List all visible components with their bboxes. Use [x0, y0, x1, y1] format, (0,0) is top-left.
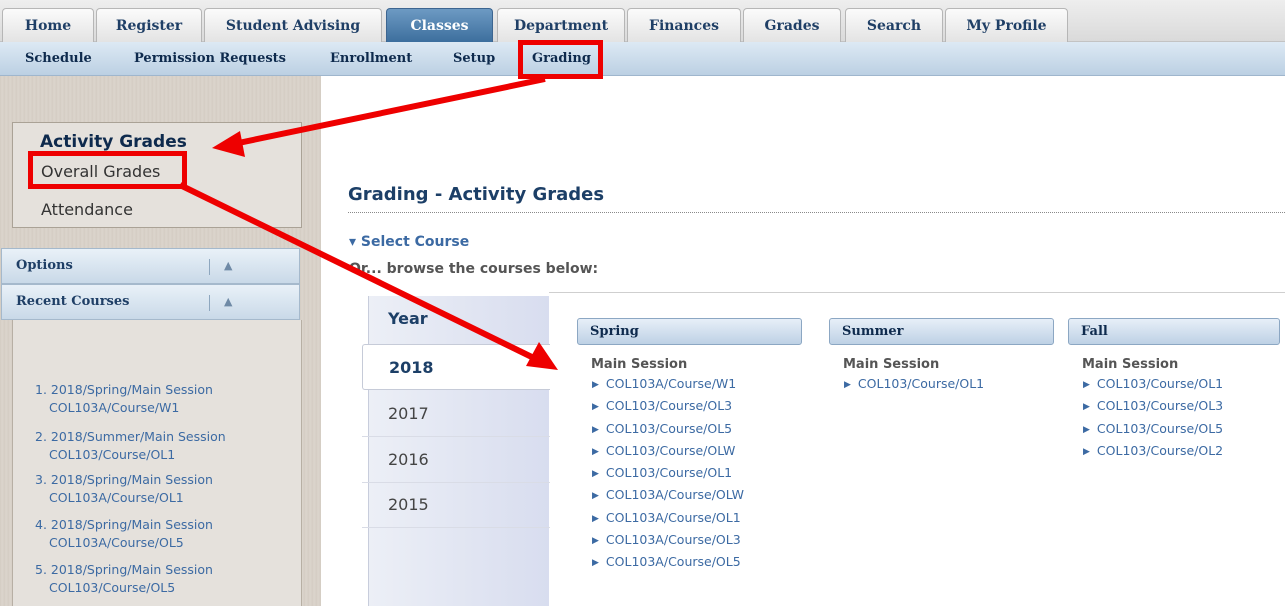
course-link[interactable]: ▶ COL103A/Course/OL5 [592, 552, 744, 574]
subnav-schedule[interactable]: Schedule [25, 42, 92, 76]
recent-courses-label: Recent Courses [16, 294, 130, 309]
course-list-spring: ▶ COL103A/Course/W1 ▶ COL103/Course/OL3 ▶ C… [592, 374, 744, 575]
course-link[interactable]: ▶ COL103A/Course/OL3 [592, 530, 744, 552]
menu-overall-grades[interactable]: Overall Grades [41, 162, 160, 181]
session-label: Main Session [591, 357, 688, 372]
top-tab-bar: Home Register Student Advising Classes D… [0, 0, 1285, 43]
recent-course-code: COL103A/Course/OL5 [49, 535, 184, 550]
divider [209, 295, 210, 311]
year-tab-2018[interactable]: 2018 [362, 344, 550, 390]
course-link[interactable]: ▶ COL103/Course/OL5 [592, 419, 744, 441]
recent-course-link[interactable]: 3. 2018/Spring/Main Session COL103A/Cour… [35, 471, 213, 507]
course-link[interactable]: ▶ COL103A/Course/W1 [592, 374, 744, 396]
course-link[interactable]: ▶ COL103A/Course/OL1 [592, 508, 744, 530]
tab-finances[interactable]: Finances [627, 8, 741, 42]
course-list-summer: ▶ COL103/Course/OL1 [844, 374, 984, 396]
subnav-grading[interactable]: Grading [532, 42, 591, 76]
tab-search[interactable]: Search [845, 8, 943, 42]
bullet-icon: ▶ [592, 402, 599, 413]
recent-course-term: 2. 2018/Summer/Main Session [35, 429, 226, 444]
title-divider [348, 212, 1285, 213]
collapse-icon[interactable]: ▲ [224, 259, 232, 272]
session-label: Main Session [843, 357, 940, 372]
bullet-icon: ▶ [1083, 380, 1090, 390]
grades-menu: Activity Grades Overall Grades Attendanc… [12, 122, 302, 228]
course-link[interactable]: ▶ COL103/Course/OL1 [1083, 374, 1223, 396]
divider [209, 259, 210, 275]
tab-my-profile[interactable]: My Profile [945, 8, 1068, 42]
bullet-icon: ▶ [844, 380, 851, 390]
recent-course-code: COL103/Course/OL5 [49, 580, 176, 595]
bullet-icon: ▶ [1083, 446, 1090, 457]
year-tab-2016[interactable]: 2016 [362, 437, 550, 483]
tab-classes[interactable]: Classes [386, 8, 493, 43]
bullet-icon: ▶ [592, 446, 599, 457]
bullet-icon: ▶ [592, 469, 599, 480]
content-divider [549, 292, 1285, 293]
bullet-icon: ▶ [592, 380, 599, 390]
bullet-icon: ▶ [592, 424, 599, 435]
menu-attendance[interactable]: Attendance [41, 200, 133, 219]
recent-course-link[interactable]: 5. 2018/Spring/Main Session COL103/Cours… [35, 561, 213, 597]
year-tab-2017[interactable]: 2017 [362, 391, 550, 437]
tab-grades[interactable]: Grades [743, 8, 841, 42]
tab-student-advising[interactable]: Student Advising [204, 8, 382, 42]
season-header-summer: Summer [829, 318, 1054, 345]
recent-course-term: 5. 2018/Spring/Main Session [35, 562, 213, 577]
bullet-icon: ▶ [592, 491, 599, 502]
year-tab-2015[interactable]: 2015 [362, 482, 550, 528]
recent-course-link[interactable]: 2. 2018/Summer/Main Session COL103/Cours… [35, 428, 226, 464]
bullet-icon: ▶ [1083, 402, 1090, 413]
options-label: Options [16, 258, 73, 273]
recent-course-term: 4. 2018/Spring/Main Session [35, 517, 213, 532]
tab-home[interactable]: Home [2, 8, 94, 42]
recent-course-code: COL103/Course/OL1 [49, 447, 176, 462]
tab-register[interactable]: Register [96, 8, 202, 42]
course-link[interactable]: ▶ COL103/Course/OL3 [1083, 396, 1223, 418]
sub-nav-bar: Schedule Permission Requests Enrollment … [0, 42, 1285, 76]
recent-course-code: COL103A/Course/W1 [49, 400, 180, 415]
options-panel-header[interactable]: Options ▲ [1, 248, 300, 284]
course-link[interactable]: ▶ COL103A/Course/OLW [592, 485, 744, 507]
select-course-toggle[interactable]: ▾ Select Course [349, 234, 469, 250]
course-list-fall: ▶ COL103/Course/OL1 ▶ COL103/Course/OL3 ▶ C… [1083, 374, 1223, 463]
course-link[interactable]: ▶ COL103/Course/OL2 [1083, 441, 1223, 463]
bullet-icon: ▶ [592, 513, 599, 524]
subnav-enrollment[interactable]: Enrollment [330, 42, 412, 76]
recent-courses-list: 1. 2018/Spring/Main Session COL103A/Cour… [12, 320, 302, 606]
course-link[interactable]: ▶ COL103/Course/OL1 [844, 374, 984, 396]
browse-instructions: Or... browse the courses below: [349, 261, 599, 277]
season-header-fall: Fall [1068, 318, 1280, 345]
bullet-icon: ▶ [592, 536, 599, 547]
recent-course-link[interactable]: 1. 2018/Spring/Main Session COL103A/Cour… [35, 381, 213, 417]
recent-course-term: 3. 2018/Spring/Main Session [35, 472, 213, 487]
recent-course-link[interactable]: 4. 2018/Spring/Main Session COL103A/Cour… [35, 516, 213, 552]
tab-department[interactable]: Department [497, 8, 625, 42]
collapse-icon[interactable]: ▲ [224, 295, 232, 308]
recent-course-code: COL103A/Course/OL1 [49, 490, 184, 505]
subnav-setup[interactable]: Setup [453, 42, 495, 76]
course-link[interactable]: ▶ COL103/Course/OLW [592, 441, 744, 463]
menu-activity-grades[interactable]: Activity Grades [40, 132, 187, 152]
season-header-spring: Spring [577, 318, 802, 345]
session-label: Main Session [1082, 357, 1179, 372]
recent-courses-panel-header[interactable]: Recent Courses ▲ [1, 284, 300, 320]
course-link[interactable]: ▶ COL103/Course/OL3 [592, 396, 744, 418]
recent-course-term: 1. 2018/Spring/Main Session [35, 382, 213, 397]
course-link[interactable]: ▶ COL103/Course/OL5 [1083, 419, 1223, 441]
bullet-icon: ▶ [1083, 424, 1090, 435]
page-title: Grading - Activity Grades [348, 184, 605, 205]
year-header: Year [388, 309, 428, 328]
bullet-icon: ▶ [592, 558, 599, 569]
course-link[interactable]: ▶ COL103/Course/OL1 [592, 463, 744, 485]
subnav-permission-requests[interactable]: Permission Requests [134, 42, 286, 76]
